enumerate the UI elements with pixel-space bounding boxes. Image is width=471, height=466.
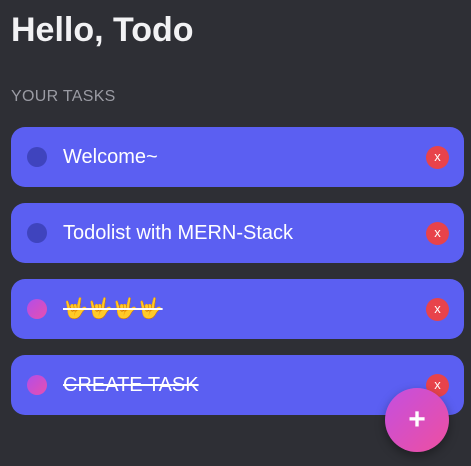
delete-button[interactable]: x — [426, 298, 449, 321]
page-title: Hello, Todo — [11, 11, 194, 49]
task-text: CREATE TASK — [63, 374, 199, 396]
task-list: Welcome~ x Todolist with MERN-Stack x 🤟🤟… — [11, 127, 464, 431]
add-task-button[interactable]: + — [385, 388, 449, 452]
task-checkbox[interactable] — [27, 223, 47, 243]
section-label: YOUR TASKS — [11, 88, 116, 105]
plus-icon: + — [408, 403, 426, 436]
delete-button[interactable]: x — [426, 146, 449, 169]
task-item[interactable]: Todolist with MERN-Stack x — [11, 203, 464, 263]
task-text: 🤟🤟🤟🤟 — [63, 298, 163, 320]
task-text: Todolist with MERN-Stack — [63, 222, 294, 244]
task-item[interactable]: Welcome~ x — [11, 127, 464, 187]
task-checkbox[interactable] — [27, 375, 47, 395]
task-checkbox[interactable] — [27, 299, 47, 319]
delete-button[interactable]: x — [426, 222, 449, 245]
task-item[interactable]: 🤟🤟🤟🤟 x — [11, 279, 464, 339]
task-checkbox[interactable] — [27, 147, 47, 167]
task-text: Welcome~ — [63, 146, 158, 168]
